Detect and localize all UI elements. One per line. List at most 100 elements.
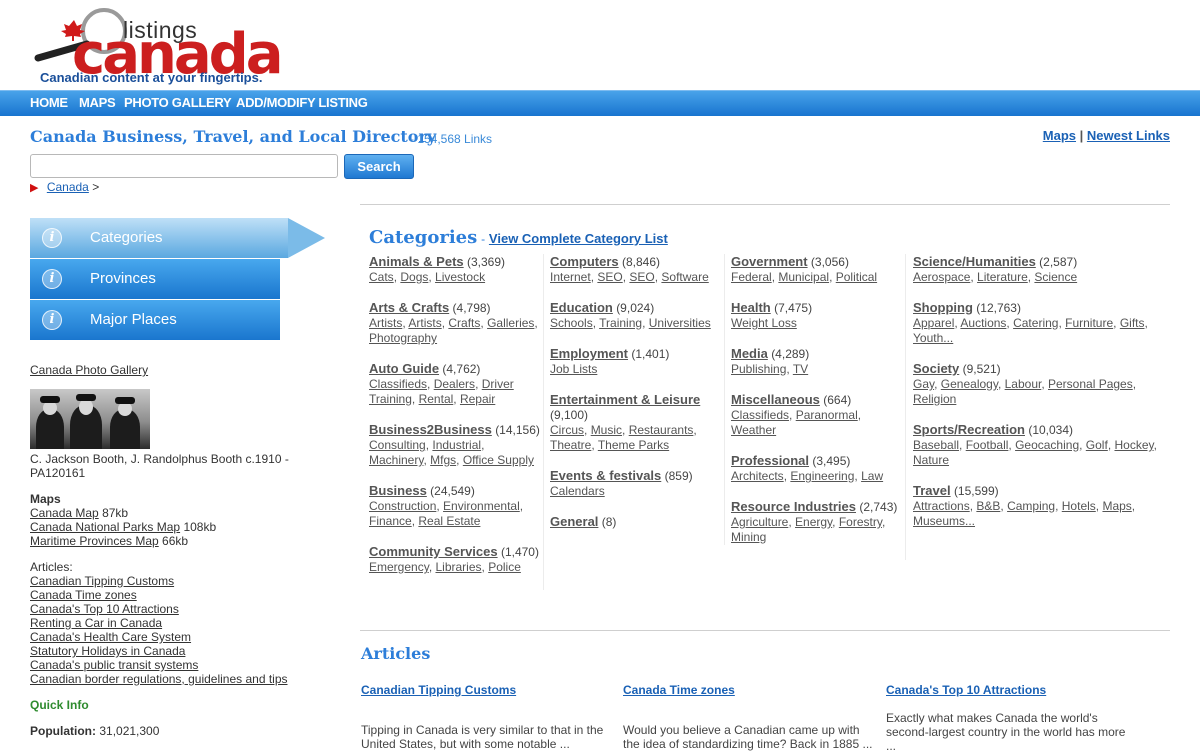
category-link[interactable]: Science/Humanities xyxy=(913,254,1036,269)
subcategory-link[interactable]: Circus xyxy=(550,423,584,437)
subcategory-link[interactable]: Photography xyxy=(369,331,437,345)
subcategory-link[interactable]: Finance xyxy=(369,514,412,528)
subcategory-link[interactable]: Catering xyxy=(1013,316,1058,330)
breadcrumb-canada[interactable]: Canada xyxy=(47,180,89,194)
article-title-link[interactable]: Canadian Tipping Customs xyxy=(361,683,516,697)
category-link[interactable]: Miscellaneous xyxy=(731,392,820,407)
subcategory-link[interactable]: Industrial xyxy=(432,438,481,452)
category-link[interactable]: Resource Industries xyxy=(731,499,856,514)
sidebar-article-link[interactable]: Renting a Car in Canada xyxy=(30,616,162,630)
category-link[interactable]: Computers xyxy=(550,254,619,269)
subcategory-link[interactable]: Repair xyxy=(460,392,495,406)
maps-link[interactable]: Maps xyxy=(1043,128,1076,143)
subcategory-link[interactable]: Schools xyxy=(550,316,593,330)
gallery-photo[interactable] xyxy=(30,389,150,449)
subcategory-link[interactable]: Golf xyxy=(1086,438,1108,452)
sidebar-article-link[interactable]: Canada's Top 10 Attractions xyxy=(30,602,179,616)
subcategory-link[interactable]: Football xyxy=(966,438,1009,452)
sidebar-article-link[interactable]: Canada's public transit systems xyxy=(30,658,198,672)
subcategory-link[interactable]: Furniture xyxy=(1065,316,1113,330)
tab-major-places[interactable]: i Major Places xyxy=(30,300,280,340)
subcategory-link[interactable]: Galleries xyxy=(487,316,534,330)
sidebar-article-link[interactable]: Canada's Health Care System xyxy=(30,630,191,644)
category-link[interactable]: Professional xyxy=(731,453,809,468)
subcategory-link[interactable]: Artists xyxy=(369,316,402,330)
subcategory-link[interactable]: Federal xyxy=(731,270,772,284)
subcategory-link[interactable]: SEO xyxy=(597,270,622,284)
nav-add-modify-listing[interactable]: ADD/MODIFY LISTING xyxy=(236,95,368,110)
subcategory-link[interactable]: Nature xyxy=(913,453,949,467)
subcategory-link[interactable]: Paranormal xyxy=(796,408,858,422)
subcategory-link[interactable]: Mining xyxy=(731,530,766,544)
subcategory-link[interactable]: TV xyxy=(793,362,808,376)
tab-provinces[interactable]: i Provinces xyxy=(30,259,280,299)
category-link[interactable]: Business xyxy=(369,483,427,498)
subcategory-link[interactable]: Mfgs xyxy=(430,453,456,467)
nav-maps[interactable]: MAPS xyxy=(79,95,116,110)
subcategory-link[interactable]: Energy xyxy=(795,515,832,529)
subcategory-link[interactable]: Science xyxy=(1034,270,1077,284)
sidebar-article-link[interactable]: Canadian border regulations, guidelines … xyxy=(30,672,288,686)
subcategory-link[interactable]: Municipal xyxy=(778,270,829,284)
subcategory-link[interactable]: Internet xyxy=(550,270,591,284)
maritime-map-link[interactable]: Maritime Provinces Map xyxy=(30,534,159,548)
category-link[interactable]: Health xyxy=(731,300,771,315)
subcategory-link[interactable]: Construction xyxy=(369,499,436,513)
nav-photo-gallery[interactable]: PHOTO GALLERY xyxy=(124,95,232,110)
sidebar-article-link[interactable]: Canadian Tipping Customs xyxy=(30,574,174,588)
category-link[interactable]: Society xyxy=(913,361,959,376)
subcategory-link[interactable]: Youth... xyxy=(913,331,953,345)
view-complete-category-list-link[interactable]: View Complete Category List xyxy=(489,231,668,246)
canada-map-link[interactable]: Canada Map xyxy=(30,506,99,520)
subcategory-link[interactable]: Rental xyxy=(419,392,454,406)
subcategory-link[interactable]: Agriculture xyxy=(731,515,788,529)
national-parks-map-link[interactable]: Canada National Parks Map xyxy=(30,520,180,534)
subcategory-link[interactable]: Classifieds xyxy=(731,408,789,422)
subcategory-link[interactable]: Personal Pages xyxy=(1048,377,1133,391)
subcategory-link[interactable]: Architects xyxy=(731,469,784,483)
subcategory-link[interactable]: Political xyxy=(836,270,877,284)
subcategory-link[interactable]: Apparel xyxy=(913,316,954,330)
subcategory-link[interactable]: B&B xyxy=(976,499,1000,513)
subcategory-link[interactable]: Music xyxy=(591,423,622,437)
subcategory-link[interactable]: Engineering xyxy=(790,469,854,483)
category-link[interactable]: Community Services xyxy=(369,544,498,559)
category-link[interactable]: Government xyxy=(731,254,808,269)
subcategory-link[interactable]: Theme Parks xyxy=(598,438,669,452)
newest-links-link[interactable]: Newest Links xyxy=(1087,128,1170,143)
subcategory-link[interactable]: Dogs xyxy=(400,270,428,284)
subcategory-link[interactable]: Auctions xyxy=(960,316,1006,330)
subcategory-link[interactable]: Real Estate xyxy=(418,514,480,528)
subcategory-link[interactable]: Universities xyxy=(649,316,711,330)
nav-home[interactable]: HOME xyxy=(30,95,68,110)
category-link[interactable]: Arts & Crafts xyxy=(369,300,449,315)
subcategory-link[interactable]: Weight Loss xyxy=(731,316,797,330)
tab-categories[interactable]: i Categories xyxy=(30,218,288,258)
category-link[interactable]: Employment xyxy=(550,346,628,361)
article-title-link[interactable]: Canada Time zones xyxy=(623,683,735,697)
subcategory-link[interactable]: Genealogy xyxy=(941,377,998,391)
category-link[interactable]: Media xyxy=(731,346,768,361)
subcategory-link[interactable]: Attractions xyxy=(913,499,970,513)
subcategory-link[interactable]: Libraries xyxy=(435,560,481,574)
subcategory-link[interactable]: Literature xyxy=(977,270,1028,284)
subcategory-link[interactable]: Livestock xyxy=(435,270,485,284)
subcategory-link[interactable]: Labour xyxy=(1005,377,1042,391)
subcategory-link[interactable]: Weather xyxy=(731,423,776,437)
subcategory-link[interactable]: Cats xyxy=(369,270,394,284)
category-link[interactable]: Shopping xyxy=(913,300,973,315)
category-link[interactable]: Education xyxy=(550,300,613,315)
subcategory-link[interactable]: Maps xyxy=(1102,499,1131,513)
subcategory-link[interactable]: Job Lists xyxy=(550,362,597,376)
subcategory-link[interactable]: Police xyxy=(488,560,521,574)
photo-gallery-link[interactable]: Canada Photo Gallery xyxy=(30,363,148,377)
category-link[interactable]: Business2Business xyxy=(369,422,492,437)
category-link[interactable]: Auto Guide xyxy=(369,361,439,376)
search-button[interactable]: Search xyxy=(344,154,414,179)
subcategory-link[interactable]: Software xyxy=(661,270,708,284)
subcategory-link[interactable]: Publishing xyxy=(731,362,786,376)
category-link[interactable]: Animals & Pets xyxy=(369,254,464,269)
subcategory-link[interactable]: Machinery xyxy=(369,453,423,467)
subcategory-link[interactable]: Theatre xyxy=(550,438,591,452)
subcategory-link[interactable]: Office Supply xyxy=(463,453,534,467)
